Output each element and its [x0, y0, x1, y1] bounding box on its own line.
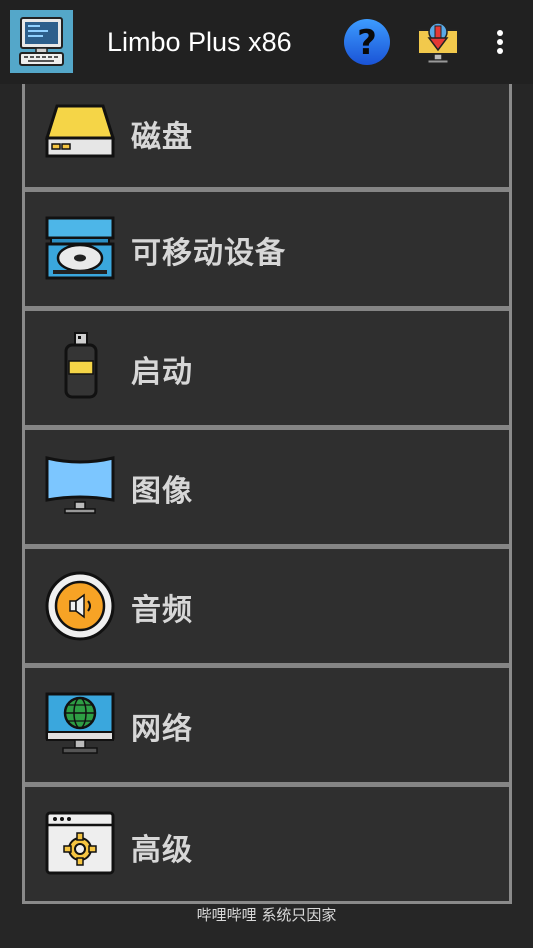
- more-options-button[interactable]: [484, 22, 516, 62]
- menu-item-removable[interactable]: 可移动设备: [25, 192, 509, 306]
- usb-boot-icon: [45, 331, 115, 401]
- settings-window-icon: [45, 809, 115, 879]
- menu-item-advanced[interactable]: 高级: [25, 787, 509, 901]
- monitor-icon: [45, 450, 115, 520]
- menu-item-network[interactable]: 网络: [25, 668, 509, 782]
- menu-item-label: 启动: [131, 355, 193, 390]
- more-vert-icon: [497, 30, 503, 54]
- help-icon: ?: [344, 19, 390, 65]
- speaker-icon: [45, 571, 115, 641]
- download-button[interactable]: [414, 18, 462, 66]
- menu-item-label: 可移动设备: [131, 236, 286, 271]
- download-icon: [417, 22, 459, 64]
- optical-drive-icon: [45, 214, 115, 284]
- menu-item-disk[interactable]: 磁盘: [25, 84, 509, 187]
- menu-item-label: 高级: [131, 833, 193, 868]
- app-title: Limbo Plus x86: [107, 27, 292, 57]
- menu-item-audio[interactable]: 音频: [25, 549, 509, 663]
- computer-app-icon: [10, 10, 73, 73]
- menu-item-boot[interactable]: 启动: [25, 311, 509, 425]
- footer-caption: 哔哩哔哩 系统只因家: [196, 906, 337, 924]
- menu-item-label: 图像: [131, 474, 193, 509]
- help-button[interactable]: ?: [343, 18, 391, 66]
- app-bar: Limbo Plus x86 ?: [0, 0, 533, 84]
- menu-item-label: 磁盘: [131, 120, 193, 155]
- menu-item-label: 音频: [131, 593, 193, 628]
- svg-text:?: ?: [357, 23, 377, 63]
- menu-item-label: 网络: [131, 712, 193, 747]
- network-globe-icon: [45, 690, 115, 760]
- menu-item-display[interactable]: 图像: [25, 430, 509, 544]
- disk-drive-icon: [44, 98, 116, 168]
